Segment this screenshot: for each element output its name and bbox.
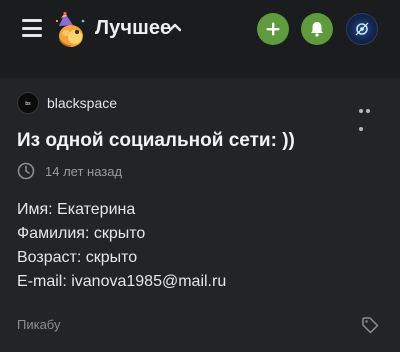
hamburger-icon[interactable] [22,19,42,37]
svg-text:bs: bs [25,101,31,107]
more-dots-icon[interactable] [359,100,379,131]
author-name[interactable]: blackspace [47,95,117,111]
clock-icon [17,162,35,180]
plus-icon [266,22,280,36]
post-card: bs blackspace Из одной социальной сети: … [0,78,400,352]
chevron-up-icon[interactable] [168,22,182,32]
pikabu-mascot-icon[interactable] [54,12,88,48]
content-line: Имя: Екатерина [17,201,136,218]
post-content: Имя: Екатерина Фамилия: скрыто Возраст: … [17,198,226,294]
top-bar: Лучшее [0,0,400,58]
content-line: Возраст: скрыто [17,249,138,266]
post-title[interactable]: Из одной социальной сети: )) [17,130,295,152]
content-line: E-mail: ivanova1985@mail.ru [17,273,227,290]
add-post-button[interactable] [257,13,289,45]
bell-icon [311,22,323,37]
community-tag[interactable]: Пикабу [17,317,60,332]
author-avatar[interactable]: bs [17,92,39,114]
content-line: Фамилия: скрыто [17,225,146,242]
page-title[interactable]: Лучшее [95,17,171,40]
tag-icon[interactable] [361,316,379,334]
user-avatar[interactable] [346,13,378,45]
post-time: 14 лет назад [45,164,123,179]
notifications-button[interactable] [301,13,333,45]
